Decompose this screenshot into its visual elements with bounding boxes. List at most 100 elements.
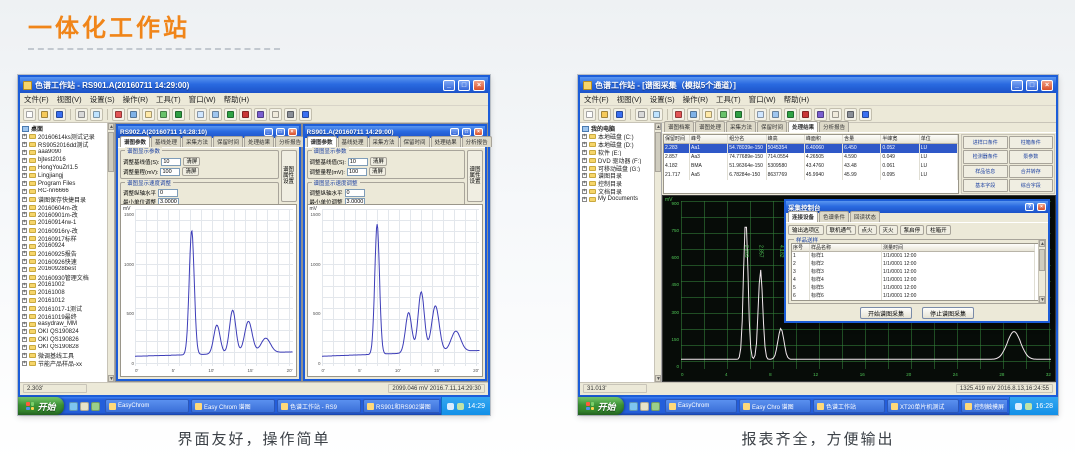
minimize-button[interactable]: _	[450, 128, 459, 136]
tree-item[interactable]: +20160604m-改	[22, 203, 106, 211]
clear-screen-button[interactable]: 清屏	[369, 167, 386, 176]
expand-icon[interactable]: +	[582, 158, 587, 163]
preview-icon[interactable]	[650, 108, 663, 121]
paste-icon[interactable]	[702, 108, 715, 121]
network-icon[interactable]	[1025, 403, 1032, 410]
expand-icon[interactable]: +	[22, 322, 27, 327]
taskbar-task[interactable]: 控制触摸屏	[961, 399, 1007, 413]
zoom-in-icon[interactable]	[754, 108, 767, 121]
panel-button[interactable]: 点火	[858, 225, 877, 235]
tab-2[interactable]: 采集方法	[726, 121, 756, 132]
range-value-field[interactable]: 100	[347, 168, 367, 176]
expand-icon[interactable]: +	[22, 314, 27, 319]
settings-icon[interactable]	[844, 108, 857, 121]
taskbar-task[interactable]: Easy Chrom 谱图	[191, 399, 275, 413]
expand-icon[interactable]: +	[22, 166, 27, 171]
menu-item-1[interactable]: 视图(V)	[57, 94, 82, 105]
panel-button[interactable]: 柱箱开	[926, 225, 951, 235]
show-desktop-icon[interactable]	[80, 402, 89, 411]
close-button[interactable]: ×	[1041, 80, 1053, 91]
tab-2[interactable]: 采集方法	[369, 136, 399, 147]
report-icon[interactable]	[269, 108, 282, 121]
maximize-button[interactable]: □	[458, 80, 470, 91]
expand-icon[interactable]: +	[22, 205, 27, 210]
maximize-button[interactable]: □	[462, 128, 471, 136]
tree-item[interactable]: +软件 (E:)	[582, 149, 653, 157]
clear-screen-button[interactable]: 清屏	[182, 167, 199, 176]
scroll-thumb[interactable]	[108, 132, 114, 172]
tree-item[interactable]: +微调基线工具	[22, 351, 106, 359]
menu-item-1[interactable]: 视图(V)	[617, 94, 642, 105]
run-icon[interactable]	[784, 108, 797, 121]
tree-scrollbar[interactable]: ▲ ▼	[654, 123, 661, 382]
save-icon[interactable]	[53, 108, 66, 121]
table-header-cell[interactable]: 峰号	[690, 135, 728, 144]
table-row[interactable]: 6标样61/1/0001 12:00	[792, 292, 1035, 300]
tree-item[interactable]: +20160901m-改	[22, 211, 106, 219]
expand-icon[interactable]: +	[22, 361, 27, 366]
stop-icon[interactable]	[799, 108, 812, 121]
chromatogram-chart[interactable]: mV1500100050000'5'10'15'20'	[120, 204, 297, 377]
tree-item[interactable]: +easydraw_MM	[22, 320, 106, 328]
paste-icon[interactable]	[142, 108, 155, 121]
tree-item[interactable]: +谱图目录	[582, 172, 653, 180]
tab-5[interactable]: 分析报告	[462, 136, 492, 147]
table-header-cell[interactable]: 样品名称	[810, 244, 882, 252]
expand-icon[interactable]: +	[22, 150, 27, 155]
chromatogram-chart[interactable]: mV1500100050000'5'10'15'20'	[307, 204, 484, 377]
menu-item-6[interactable]: 帮助(H)	[224, 94, 249, 105]
expand-icon[interactable]: +	[22, 283, 27, 288]
expand-icon[interactable]: +	[22, 267, 27, 272]
table-header-cell[interactable]: 测量时间	[882, 244, 1035, 252]
table-row[interactable]: 2.857Aa374.77689e-150714.05544.265054.59…	[664, 153, 958, 162]
minimize-button[interactable]: _	[1011, 80, 1023, 91]
volume-icon[interactable]	[1015, 403, 1022, 410]
scroll-thumb[interactable]	[1039, 249, 1045, 271]
panel-button[interactable]: 泵参数	[1009, 150, 1054, 163]
expand-icon[interactable]: +	[22, 236, 27, 241]
clear-screen-button[interactable]: 清屏	[183, 157, 200, 166]
baseline-icon[interactable]	[254, 108, 267, 121]
taskbar-task[interactable]: XT20单片机测试	[887, 399, 959, 413]
volume-icon[interactable]	[447, 403, 454, 410]
tree-item[interactable]: +20160916ry-改	[22, 227, 106, 235]
help-button[interactable]: ?	[1025, 203, 1034, 211]
tree-scrollbar[interactable]: ▲ ▼	[107, 123, 114, 382]
expand-icon[interactable]: +	[582, 142, 587, 147]
open-file-icon[interactable]	[598, 108, 611, 121]
expand-icon[interactable]: +	[22, 275, 27, 280]
clock[interactable]: 14:29	[467, 403, 485, 410]
tree-item[interactable]: +20160925报告	[22, 250, 106, 258]
tab-1[interactable]: 基线处理	[151, 136, 181, 147]
table-header-cell[interactable]: 峰高	[767, 135, 805, 144]
expand-icon[interactable]: +	[22, 212, 27, 217]
media-player-icon[interactable]	[91, 402, 100, 411]
tree-item[interactable]: +20160914rw-1	[22, 219, 106, 227]
tree-item[interactable]: +bjtest2016	[22, 156, 106, 164]
tree-item[interactable]: +本地磁盘 (D:)	[582, 141, 653, 149]
axis-level-field[interactable]: 0	[345, 189, 365, 197]
dialog-action-button[interactable]: 停止谱图采集	[922, 307, 974, 319]
tree-item[interactable]: +20160930管理文档	[22, 273, 106, 281]
new-file-icon[interactable]	[583, 108, 596, 121]
tree-item[interactable]: +文档目录	[582, 188, 653, 196]
scroll-up-icon[interactable]: ▲	[108, 123, 114, 130]
preview-icon[interactable]	[90, 108, 103, 121]
menu-item-0[interactable]: 文件(F)	[24, 94, 49, 105]
tree-item[interactable]: +控制目录	[582, 180, 653, 188]
tab-0[interactable]: 谱图参数	[120, 136, 150, 147]
tab-4[interactable]: 处理结果	[244, 136, 274, 147]
close-button[interactable]: ×	[473, 80, 485, 91]
zoom-out-icon[interactable]	[209, 108, 222, 121]
tree-item[interactable]: +20161002	[22, 281, 106, 289]
panel-button[interactable]: 泵启停	[900, 225, 925, 235]
taskbar-task[interactable]: Easy Chro 谱图	[739, 399, 811, 413]
scroll-down-icon[interactable]: ▼	[108, 375, 114, 382]
tab-0[interactable]: 谱图参数	[307, 136, 337, 147]
table-row[interactable]: 5标样51/1/0001 12:00	[792, 284, 1035, 292]
zoom-in-icon[interactable]	[194, 108, 207, 121]
report-icon[interactable]	[829, 108, 842, 121]
tab-1[interactable]: 色谱条件	[819, 211, 849, 222]
expand-icon[interactable]: +	[582, 173, 587, 178]
undo-icon[interactable]	[717, 108, 730, 121]
